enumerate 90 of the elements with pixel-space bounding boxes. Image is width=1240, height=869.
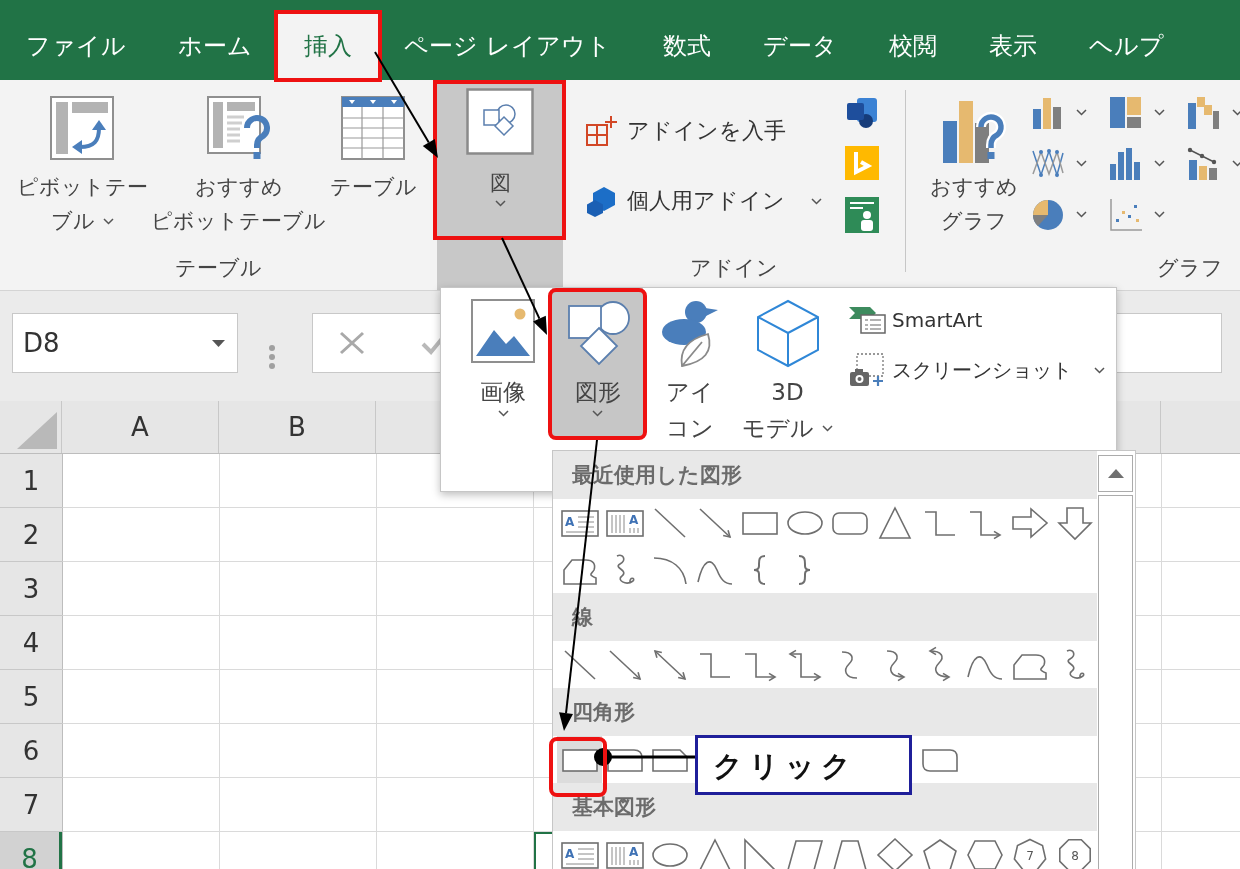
row-header[interactable]: 7: [0, 778, 62, 832]
chart-type-button[interactable]: [1108, 146, 1165, 181]
ribbon-tab[interactable]: 数式: [636, 14, 737, 80]
scrollbar-track[interactable]: [1098, 495, 1133, 869]
sheet-cell[interactable]: [219, 778, 376, 832]
table-question-mark-icon: [205, 95, 272, 161]
recommended-charts-button[interactable]: おすすめ グラフ: [920, 80, 1028, 246]
image-button[interactable]: 画像: [455, 288, 551, 437]
picture-icon: [470, 298, 536, 364]
my-addins-button[interactable]: 個人用アドイン: [585, 182, 822, 220]
person-chart-icon[interactable]: [845, 197, 879, 233]
sheet-cell[interactable]: [219, 724, 376, 778]
shapes-tile-icon: [466, 88, 534, 155]
pivot-table-button[interactable]: ピボットテー ブル: [14, 80, 150, 246]
sheet-cell[interactable]: [376, 616, 533, 670]
icons-button[interactable]: アイ コン: [650, 288, 730, 437]
row-header[interactable]: 3: [0, 562, 62, 616]
sheet-cell[interactable]: [376, 670, 533, 724]
ribbon-tab[interactable]: 挿入: [278, 14, 378, 80]
curved-double-arrow-connector-icon: [928, 647, 951, 682]
sheet-cell[interactable]: [376, 562, 533, 616]
sheet-cell[interactable]: [62, 508, 219, 562]
row-header[interactable]: 2: [0, 508, 62, 562]
chevron-list-icon: [848, 306, 886, 334]
ribbon-tab[interactable]: 表示: [962, 14, 1063, 80]
ribbon-tab[interactable]: データ: [736, 14, 863, 80]
sheet-cell[interactable]: [376, 778, 533, 832]
cubes-icon: [585, 185, 617, 217]
left-brace-icon: [752, 553, 767, 586]
sheet-cell[interactable]: [219, 508, 376, 562]
column-header[interactable]: B: [219, 401, 376, 453]
curved-connector-icon: [839, 649, 860, 680]
name-box[interactable]: D8: [12, 313, 238, 373]
sheet-cell[interactable]: [376, 508, 533, 562]
grid-plus-icon: [585, 115, 617, 147]
sheet-cell[interactable]: [219, 616, 376, 670]
sheet-cell[interactable]: [62, 454, 219, 508]
pie-chart-icon: [1030, 197, 1065, 232]
chart-type-button[interactable]: [1186, 146, 1240, 181]
section-title: 四角形: [572, 699, 635, 726]
recommended-pivot-table-button[interactable]: おすすめ ピボットテーブル: [150, 80, 327, 246]
sheet-cell[interactable]: [219, 562, 376, 616]
sheet-cell[interactable]: [62, 670, 219, 724]
down-block-arrow-icon: [1054, 504, 1095, 541]
group-label: グラフ: [1157, 255, 1223, 282]
right-brace-icon: [797, 553, 812, 586]
sheet-cell[interactable]: [62, 616, 219, 670]
sheet-cell[interactable]: [62, 724, 219, 778]
group-label: アドイン: [690, 255, 778, 282]
group-label: テーブル: [175, 255, 262, 282]
section-title: 基本図形: [572, 794, 656, 821]
dropdown-triangle-icon: [212, 339, 225, 347]
sheet-cell[interactable]: [62, 562, 219, 616]
table-button[interactable]: テーブル: [327, 80, 419, 246]
row-header[interactable]: 1: [0, 454, 62, 508]
overlapping-shapes-logo-icon[interactable]: [845, 95, 879, 129]
histogram-icon: [1108, 146, 1143, 181]
chart-type-button[interactable]: [1030, 95, 1087, 130]
row-header[interactable]: 4: [0, 616, 62, 670]
tile-logo-icon[interactable]: [845, 146, 879, 180]
ribbon-tab[interactable]: ホーム: [152, 14, 278, 80]
table-icon: [340, 95, 406, 161]
screenshot-button[interactable]: スクリーンショット: [848, 352, 1105, 388]
sheet-cell[interactable]: [62, 778, 219, 832]
3d-models-button[interactable]: 3D モデル: [735, 288, 840, 437]
cancel-icon[interactable]: [339, 331, 365, 355]
row-header[interactable]: 5: [0, 670, 62, 724]
sheet-cell[interactable]: [219, 670, 376, 724]
camera-dashed-frame-icon: [848, 352, 886, 388]
sheet-cell[interactable]: [219, 454, 376, 508]
ribbon-tab[interactable]: ページ レイアウト: [378, 14, 637, 80]
scroll-up-button[interactable]: [1098, 455, 1133, 492]
treemap-chart-icon: [1108, 95, 1143, 130]
waterfall-chart-icon: [1186, 95, 1221, 130]
column-header[interactable]: A: [62, 401, 219, 453]
get-addins-button[interactable]: アドインを入手: [585, 112, 786, 150]
sheet-cell[interactable]: [376, 724, 533, 778]
scatter-chart-icon: [1108, 197, 1143, 232]
ribbon-tab[interactable]: 校閲: [862, 14, 963, 80]
ribbon-tab[interactable]: ヘルプ: [1062, 14, 1190, 80]
row-header[interactable]: 6: [0, 724, 62, 778]
vertical-ellipsis-icon: [268, 345, 276, 369]
smartart-button[interactable]: SmartArt: [848, 302, 983, 338]
callout-tooltip: クリック: [594, 735, 912, 795]
chart-type-button[interactable]: [1108, 95, 1165, 130]
row-header[interactable]: 8: [0, 832, 62, 869]
chart-type-button[interactable]: [1030, 197, 1087, 232]
ribbon-tab[interactable]: ファイル: [0, 14, 152, 80]
chart-type-button[interactable]: [1186, 95, 1240, 130]
caret-up-icon: [1107, 469, 1124, 478]
